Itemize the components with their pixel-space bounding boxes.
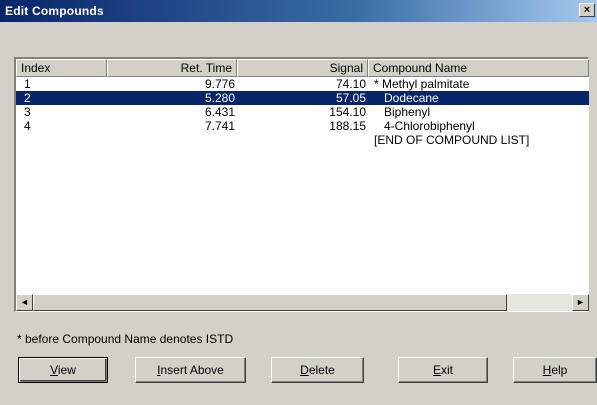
close-icon: × <box>583 4 591 16</box>
edit-compounds-dialog: Edit Compounds × Index Ret. Time Signal … <box>0 0 597 405</box>
row-index: 3 <box>24 105 31 119</box>
row-ret-time: 6.431 <box>204 105 235 119</box>
title-bar[interactable]: Edit Compounds × <box>0 0 597 22</box>
arrow-left-icon: ◄ <box>20 297 29 307</box>
insert-above-button[interactable]: Insert Above <box>135 357 246 383</box>
list-rows: 1 9.776 74.10 * Methyl palmitate 2 5.280… <box>16 77 589 147</box>
help-label: elp <box>551 363 568 377</box>
window-title: Edit Compounds <box>5 4 104 18</box>
column-header-compound-name[interactable]: Compound Name <box>368 59 589 77</box>
row-signal: 57.05 <box>335 91 366 105</box>
delete-label: elete <box>308 363 335 377</box>
list-header: Index Ret. Time Signal Compound Name <box>16 59 589 77</box>
scroll-thumb[interactable] <box>33 294 507 311</box>
help-button[interactable]: Help <box>513 357 597 383</box>
list-row-3[interactable]: 3 6.431 154.10 Biphenyl <box>16 105 589 119</box>
scroll-left-button[interactable]: ◄ <box>16 294 33 311</box>
row-compound-name: 4-Chlorobiphenyl <box>384 119 475 133</box>
insert-label: nsert Above <box>160 363 224 377</box>
delete-button[interactable]: Delete <box>271 357 364 383</box>
row-ret-time: 7.741 <box>204 119 235 133</box>
list-row-2[interactable]: 2 5.280 57.05 Dodecane <box>16 91 589 105</box>
view-button[interactable]: View <box>18 357 108 383</box>
exit-button[interactable]: Exit <box>398 357 488 383</box>
row-index: 1 <box>24 77 31 91</box>
arrow-right-icon: ► <box>576 297 585 307</box>
row-signal: 154.10 <box>329 105 366 119</box>
view-accel: V <box>50 363 58 377</box>
exit-accel: E <box>432 363 441 377</box>
close-button[interactable]: × <box>579 3 595 17</box>
row-signal: 74.10 <box>335 77 366 91</box>
column-header-signal[interactable]: Signal <box>237 59 368 77</box>
row-ret-time: 9.776 <box>204 77 235 91</box>
compound-list[interactable]: Index Ret. Time Signal Compound Name 1 9… <box>14 57 589 312</box>
row-index: 2 <box>24 91 31 105</box>
list-row-end[interactable]: [END OF COMPOUND LIST] <box>16 133 589 147</box>
list-row-4[interactable]: 4 7.741 188.15 4-Chlorobiphenyl <box>16 119 589 133</box>
column-header-index[interactable]: Index <box>16 59 107 77</box>
delete-accel: D <box>300 363 309 377</box>
row-ret-time: 5.280 <box>204 91 235 105</box>
row-compound-name: [END OF COMPOUND LIST] <box>374 133 530 147</box>
row-compound-name: Dodecane <box>384 91 439 105</box>
row-compound-name: Biphenyl <box>384 105 431 119</box>
scroll-right-button[interactable]: ► <box>572 294 589 311</box>
exit-label: xit <box>441 363 453 377</box>
row-compound-name: * Methyl palmitate <box>374 77 470 91</box>
row-index: 4 <box>24 119 31 133</box>
istd-note: * before Compound Name denotes ISTD <box>17 332 234 346</box>
horizontal-scrollbar[interactable]: ◄ ► <box>16 294 589 311</box>
row-signal: 188.15 <box>329 119 366 133</box>
column-header-ret-time[interactable]: Ret. Time <box>107 59 237 77</box>
list-row-1[interactable]: 1 9.776 74.10 * Methyl palmitate <box>16 77 589 91</box>
view-label: iew <box>57 363 76 377</box>
